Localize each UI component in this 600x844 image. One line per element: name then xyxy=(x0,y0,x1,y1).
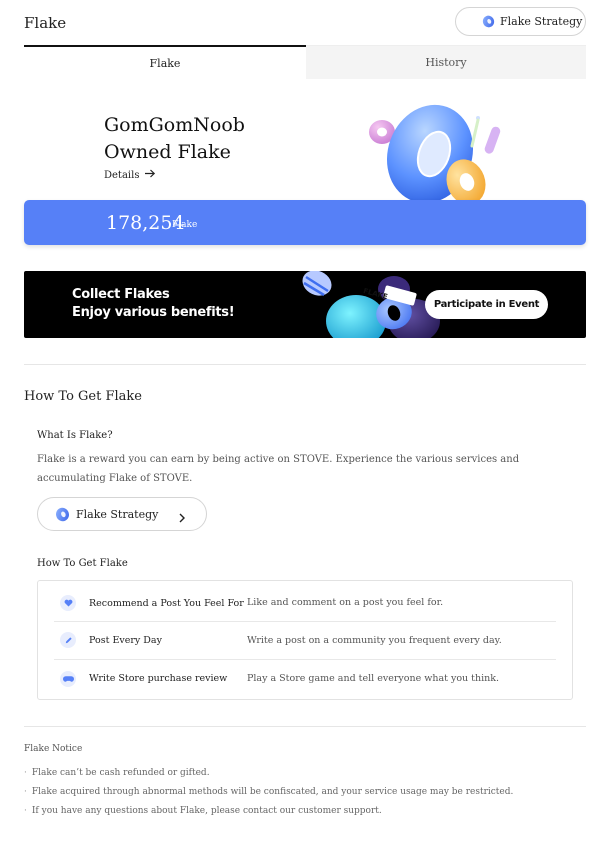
gamepad-icon xyxy=(60,671,76,687)
row-divider xyxy=(54,621,556,622)
list-item-label: Write Store purchase review xyxy=(89,673,228,684)
bullet-icon: · xyxy=(24,768,27,778)
heart-icon xyxy=(60,595,76,611)
arrow-right-icon xyxy=(145,169,156,181)
banner-headline: Collect Flakes xyxy=(72,287,170,302)
tab-flake[interactable]: Flake xyxy=(24,45,306,79)
section-divider xyxy=(24,726,586,727)
list-item-desc: Like and comment on a post you feel for. xyxy=(247,597,444,608)
details-link[interactable]: Details xyxy=(104,169,156,181)
row-divider xyxy=(54,659,556,660)
notice-item: · If you have any questions about Flake,… xyxy=(24,806,382,816)
page-title: Flake xyxy=(24,14,67,32)
how-to-list-title: How To Get Flake xyxy=(37,558,128,569)
pencil-icon xyxy=(60,632,76,648)
notice-item: · Flake acquired through abnormal method… xyxy=(24,787,513,797)
notice-text: Flake acquired through abnormal methods … xyxy=(31,787,514,797)
owner-name: GomGomNoob xyxy=(104,114,245,136)
bullet-icon: · xyxy=(24,787,27,797)
what-is-flake-title: What Is Flake? xyxy=(37,430,113,441)
list-item-label: Post Every Day xyxy=(89,635,162,646)
chevron-right-icon xyxy=(178,509,186,528)
list-item-desc: Write a post on a community you frequent… xyxy=(247,635,502,646)
notice-title: Flake Notice xyxy=(24,744,83,754)
tab-history[interactable]: History xyxy=(306,45,586,79)
banner-subheadline: Enjoy various benefits! xyxy=(72,305,235,320)
flake-strategy-label: Flake Strategy xyxy=(500,15,583,28)
flake-icon xyxy=(482,15,495,31)
section-divider xyxy=(24,364,586,365)
flake-strategy-button[interactable]: Flake Strategy xyxy=(455,7,586,36)
list-item-label: Recommend a Post You Feel For xyxy=(89,598,244,609)
section-title-how-to-get: How To Get Flake xyxy=(24,389,142,404)
flake-illustration xyxy=(360,96,520,208)
flake-balance-unit: Flake xyxy=(172,220,198,230)
details-label: Details xyxy=(104,169,140,181)
list-item-desc: Play a Store game and tell everyone what… xyxy=(247,673,500,684)
notice-item: · Flake can’t be cash refunded or gifted… xyxy=(24,768,210,778)
what-is-flake-description: Flake is a reward you can earn by being … xyxy=(37,454,520,484)
participate-in-event-button[interactable]: Participate in Event xyxy=(425,290,548,319)
flake-strategy-link-label: Flake Strategy xyxy=(76,508,159,521)
owned-flake-heading: Owned Flake xyxy=(104,141,231,163)
flake-icon xyxy=(55,507,70,526)
notice-text: If you have any questions about Flake, p… xyxy=(31,806,382,816)
notice-text: Flake can’t be cash refunded or gifted. xyxy=(31,768,210,778)
bullet-icon: · xyxy=(24,806,27,816)
